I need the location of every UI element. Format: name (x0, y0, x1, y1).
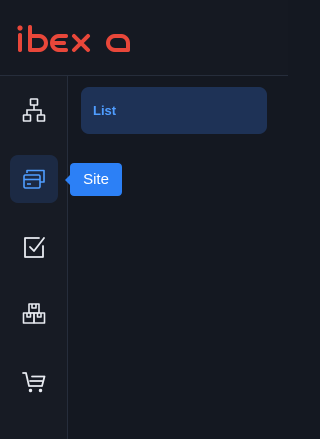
checkbox-icon (24, 237, 45, 258)
tooltip-label: Site (83, 171, 109, 188)
flyout-item-list[interactable]: List (81, 87, 267, 134)
sidebar-item-commerce[interactable] (10, 358, 58, 406)
main-sidebar (0, 76, 68, 439)
ibexa-logo[interactable] (16, 24, 132, 58)
sidebar-item-structure[interactable] (10, 86, 58, 134)
sidebar-item-content[interactable] (10, 223, 58, 271)
sidebar-item-site[interactable] (10, 155, 58, 203)
boxes-icon (22, 303, 46, 324)
site-card-icon (23, 169, 45, 189)
flyout-panel: List (68, 76, 288, 439)
flyout-item-label: List (93, 103, 117, 118)
sitemap-icon (22, 98, 46, 122)
cart-icon (22, 372, 46, 393)
tooltip: Site (65, 163, 122, 196)
ibexa-logo-mark (17, 25, 130, 52)
sidebar-item-products[interactable] (10, 290, 58, 338)
top-bar (0, 0, 288, 76)
